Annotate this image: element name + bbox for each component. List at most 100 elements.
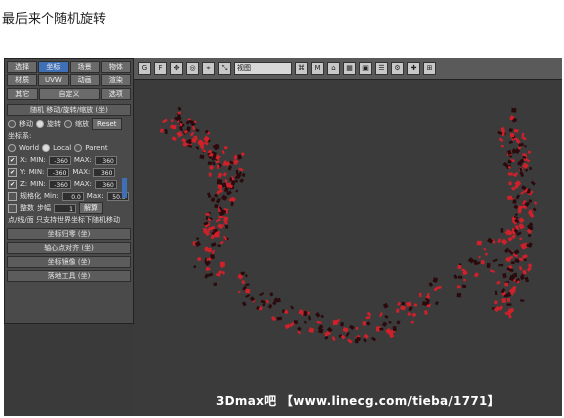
parent-radio[interactable]: [74, 144, 83, 152]
render-icon[interactable]: ▣: [359, 62, 372, 75]
scatter-object: [418, 292, 422, 298]
tab-material[interactable]: 材质: [7, 74, 38, 86]
scatter-object: [492, 258, 498, 263]
scatter-object: [236, 154, 242, 160]
tab-select[interactable]: 选择: [7, 61, 38, 73]
scale-icon[interactable]: ⤡: [218, 62, 231, 75]
scatter-object: [384, 314, 389, 319]
scatter-object: [221, 150, 225, 155]
axis-y-checkbox[interactable]: ✔: [8, 167, 17, 177]
scatter-object: [513, 204, 519, 210]
axis-x-min[interactable]: -360: [48, 155, 71, 165]
scatter-object: [213, 282, 217, 286]
note-text: 点/线/面 只支持世界坐标下随机移动: [8, 216, 120, 224]
axis-z-checkbox[interactable]: ✔: [8, 179, 17, 189]
menu-icon[interactable]: ☰: [375, 62, 388, 75]
view-select[interactable]: 视图: [234, 62, 292, 75]
scatter-object: [519, 171, 525, 178]
tab-coord[interactable]: 坐标: [38, 61, 69, 73]
grid-icon[interactable]: ▦: [343, 62, 356, 75]
rollout-random-transform[interactable]: 随机 移动/旋转/缩放 (坐): [7, 104, 131, 116]
scatter-object: [316, 320, 322, 324]
rollout-pivot-align[interactable]: 轴心点对齐 (坐): [7, 242, 131, 254]
solve-button[interactable]: 解算: [79, 202, 103, 214]
prop-min-label: Min:: [44, 192, 59, 200]
snap-icon[interactable]: ⌖: [202, 62, 215, 75]
scatter-object: [518, 217, 525, 224]
tab-animation[interactable]: 动画: [69, 74, 100, 86]
panel-scrollbar[interactable]: [122, 178, 127, 198]
scatter-object: [434, 301, 439, 306]
toolbar-btn-0[interactable]: G: [138, 62, 151, 75]
axis-y-label: Y:: [20, 168, 26, 176]
scatter-object: [363, 333, 369, 339]
integer-label: 整数: [20, 204, 34, 212]
tab-other[interactable]: 其它: [7, 88, 38, 100]
reset-button[interactable]: Reset: [92, 118, 122, 130]
coord-row: World Local Parent: [5, 142, 133, 154]
scatter-object: [241, 172, 246, 178]
move-radio[interactable]: [8, 120, 16, 128]
rollout-zero[interactable]: 坐标归零 (坐): [7, 228, 131, 240]
scatter-object: [207, 272, 214, 277]
tab-uvw[interactable]: UVW: [38, 74, 69, 86]
tab-object[interactable]: 物体: [100, 61, 131, 73]
tab-render[interactable]: 渲染: [100, 74, 131, 86]
scatter-object: [238, 290, 241, 294]
scatter-object: [483, 247, 487, 251]
scatter-object: [210, 242, 217, 248]
scatter-object: [221, 271, 226, 275]
scatter-object: [529, 166, 532, 171]
world-radio[interactable]: [8, 144, 16, 152]
material-icon[interactable]: M: [311, 62, 324, 75]
scatter-object: [493, 305, 501, 313]
axis-z-min[interactable]: -360: [48, 179, 71, 189]
layout-icon[interactable]: ⊞: [423, 62, 436, 75]
axis-z-label: Z:: [20, 180, 28, 188]
rollout-drop[interactable]: 落地工具 (坐): [7, 270, 131, 282]
step-label: 步幅: [37, 204, 51, 212]
mirror-icon[interactable]: ⌘: [295, 62, 308, 75]
add-icon[interactable]: ✚: [407, 62, 420, 75]
prop-min[interactable]: 0.0: [61, 191, 84, 201]
step-input[interactable]: 1: [54, 203, 76, 213]
local-radio[interactable]: [42, 144, 51, 152]
scatter-object: [170, 118, 174, 123]
scatter-object: [494, 300, 498, 305]
axis-x-checkbox[interactable]: ✔: [8, 155, 17, 165]
tab-options[interactable]: 选项: [100, 88, 131, 100]
viewport[interactable]: [134, 80, 562, 416]
toolbar-btn-1[interactable]: F: [154, 62, 167, 75]
integer-row: 整数 步幅 1 解算: [5, 202, 133, 214]
axis-y-max[interactable]: 360: [93, 167, 116, 177]
scatter-object: [177, 106, 182, 111]
axis-y-min[interactable]: -360: [47, 167, 70, 177]
axis-z-max[interactable]: 360: [94, 179, 117, 189]
scatter-object: [502, 273, 507, 279]
scatter-object: [476, 240, 482, 246]
scale-radio[interactable]: [64, 120, 72, 128]
scatter-object: [209, 156, 213, 159]
proportional-checkbox[interactable]: [8, 191, 17, 201]
scatter-object: [515, 137, 518, 140]
rotate-icon[interactable]: ◎: [186, 62, 199, 75]
tab-custom[interactable]: 自定义: [38, 88, 100, 100]
scatter-object: [171, 136, 177, 142]
axis-x-max[interactable]: 360: [94, 155, 117, 165]
integer-checkbox[interactable]: [8, 203, 17, 213]
scatter-object: [401, 301, 406, 306]
scatter-object: [524, 144, 527, 148]
scatter-object: [224, 146, 228, 150]
scatter-object: [219, 261, 225, 266]
home-icon[interactable]: ⌂: [327, 62, 340, 75]
rollout-mirror[interactable]: 坐标镜像 (坐): [7, 256, 131, 268]
scatter-object: [397, 301, 402, 306]
gear-icon[interactable]: ⚙: [391, 62, 404, 75]
scatter-object: [195, 237, 200, 241]
move-icon[interactable]: ✥: [170, 62, 183, 75]
scatter-object: [524, 276, 530, 283]
scatter-object: [511, 107, 517, 113]
tab-scene[interactable]: 场景: [69, 61, 100, 73]
rotate-radio[interactable]: [36, 120, 44, 128]
scatter-object: [507, 195, 513, 201]
